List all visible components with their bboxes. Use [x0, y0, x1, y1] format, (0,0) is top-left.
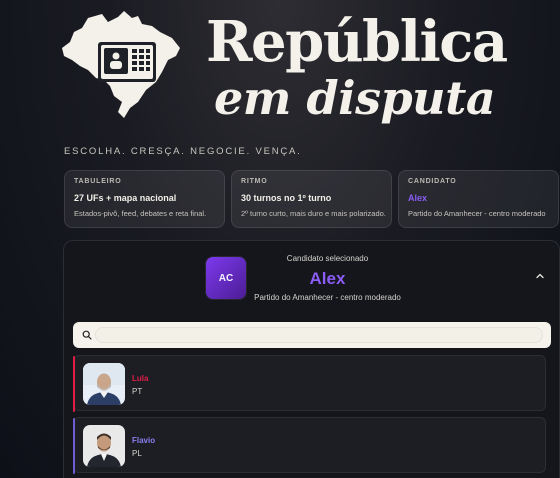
candidate-party: PT	[132, 387, 143, 396]
hero: República em disputa ESCOLHA. CRESÇA. NE…	[0, 0, 560, 160]
candidate-row-flavio[interactable]: Flavio PL	[73, 417, 546, 474]
party-color-stripe	[73, 356, 75, 412]
card-ritmo: RITMO 30 turnos no 1º turno 2º turno cur…	[231, 170, 392, 228]
info-cards: TABULEIRO 27 UFs + mapa nacional Estados…	[64, 170, 560, 228]
candidate-selector-panel: AC Candidato selecionado Alex Partido do…	[63, 240, 560, 478]
chevron-up-icon[interactable]	[535, 271, 545, 281]
search-input[interactable]	[95, 327, 543, 343]
candidate-name: Lula	[132, 374, 149, 383]
selected-candidate-name: Alex	[309, 269, 346, 288]
card-tabuleiro: TABULEIRO 27 UFs + mapa nacional Estados…	[64, 170, 225, 228]
search-bar	[73, 322, 551, 348]
party-color-stripe	[73, 418, 75, 474]
card-label: CANDIDATO	[408, 178, 457, 185]
page-subtitle: em disputa	[214, 71, 496, 125]
card-value: 30 turnos no 1º turno	[241, 193, 332, 203]
card-value: 27 UFs + mapa nacional	[74, 193, 177, 203]
tagline: ESCOLHA. CRESÇA. NEGOCIE. VENÇA.	[64, 146, 302, 157]
card-candidato: CANDIDATO Alex Partido do Amanhecer - ce…	[398, 170, 559, 228]
search-icon	[82, 330, 92, 340]
card-description: Partido do Amanhecer - centro moderado	[408, 209, 546, 218]
card-value: Alex	[408, 193, 428, 203]
card-description: Estados-pivô, feed, debates e reta final…	[74, 209, 207, 218]
selected-candidate-party: Partido do Amanhecer - centro moderado	[254, 293, 401, 302]
candidate-row-lula[interactable]: Lula PT	[73, 355, 546, 412]
candidate-photo	[83, 425, 125, 467]
card-description: 2º turno curto, mais duro e mais polariz…	[241, 209, 386, 218]
candidate-party: PL	[132, 449, 142, 458]
card-label: RITMO	[241, 178, 268, 185]
card-label: TABULEIRO	[74, 178, 122, 185]
brazil-map-logo-icon	[62, 11, 180, 118]
selected-candidate-label: Candidato selecionado	[286, 254, 369, 263]
candidate-photo	[83, 363, 125, 405]
candidate-name: Flavio	[132, 436, 156, 445]
